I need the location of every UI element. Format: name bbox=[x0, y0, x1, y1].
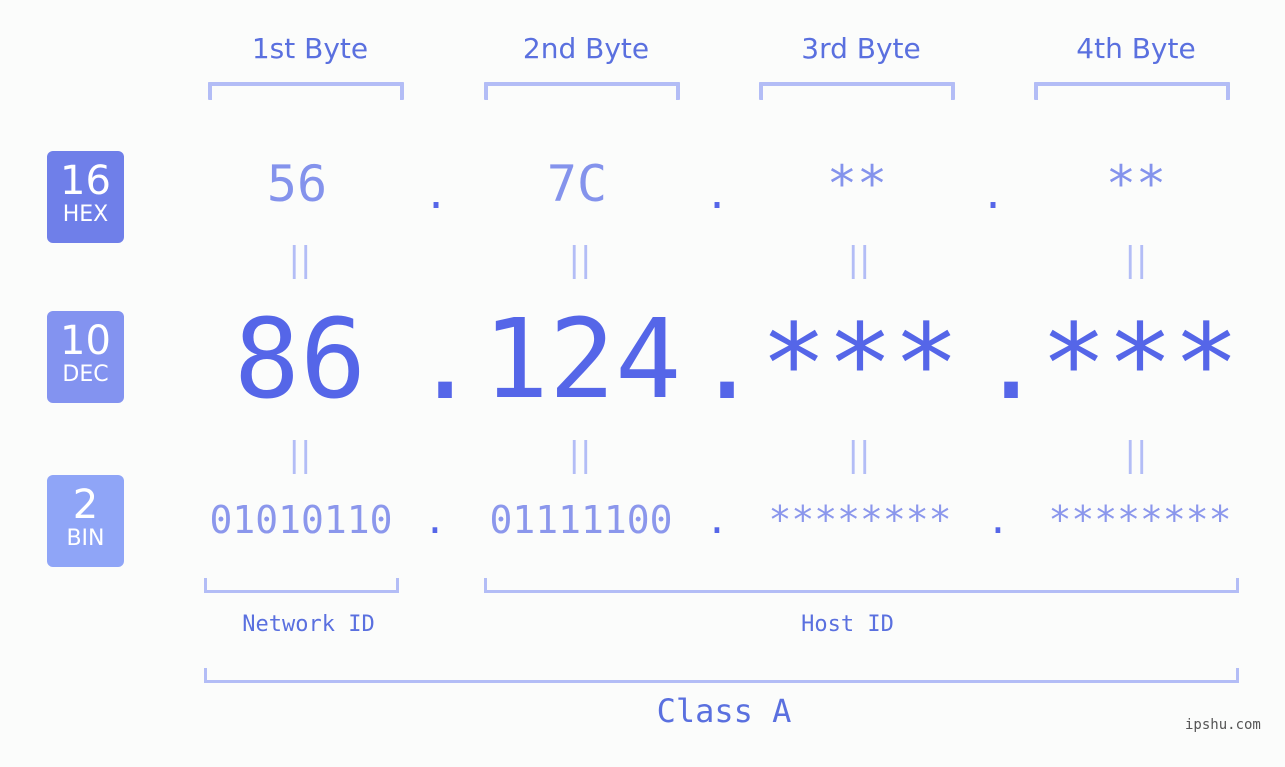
class-label: Class A bbox=[656, 692, 792, 730]
bracket-byte-2 bbox=[484, 82, 680, 100]
badge-bin-number: 2 bbox=[72, 482, 99, 528]
hex-dot-3: . bbox=[980, 172, 1006, 218]
class-bracket bbox=[204, 668, 1239, 683]
host-id-label: Host ID bbox=[801, 612, 894, 637]
badge-hex-number: 16 bbox=[60, 158, 111, 204]
badge-dec: 10 DEC bbox=[47, 311, 124, 403]
bin-byte-2: 01111100 bbox=[489, 498, 673, 542]
badge-dec-label: DEC bbox=[62, 362, 109, 387]
hex-dot-2: . bbox=[704, 172, 730, 218]
hex-byte-2: 7C bbox=[546, 155, 608, 213]
equals-2-3: || bbox=[847, 435, 871, 475]
hex-byte-4: ** bbox=[1105, 155, 1167, 213]
bracket-byte-3 bbox=[759, 82, 955, 100]
bin-byte-3: ******** bbox=[768, 498, 952, 542]
header-byte-1: 1st Byte bbox=[251, 32, 369, 65]
dec-byte-3: *** bbox=[760, 300, 960, 428]
watermark: ipshu.com bbox=[1185, 717, 1261, 733]
dec-dot-2: . bbox=[694, 296, 761, 424]
bracket-byte-1 bbox=[208, 82, 404, 100]
bracket-byte-4 bbox=[1034, 82, 1230, 100]
equals-1-1: || bbox=[288, 240, 312, 280]
dec-byte-1: 86 bbox=[233, 295, 367, 423]
dec-byte-2: 124 bbox=[482, 295, 682, 423]
header-byte-2: 2nd Byte bbox=[522, 32, 650, 65]
dec-dot-1: . bbox=[412, 296, 479, 424]
header-byte-3: 3rd Byte bbox=[801, 32, 921, 65]
bin-byte-1: 01010110 bbox=[209, 498, 393, 542]
bin-byte-4: ******** bbox=[1048, 498, 1232, 542]
bin-dot-2: . bbox=[705, 498, 729, 542]
badge-bin-label: BIN bbox=[66, 526, 105, 551]
equals-2-1: || bbox=[288, 435, 312, 475]
badge-hex: 16 HEX bbox=[47, 151, 124, 243]
dec-dot-3: . bbox=[978, 296, 1045, 424]
hex-byte-3: ** bbox=[826, 155, 888, 213]
equals-1-4: || bbox=[1124, 240, 1148, 280]
equals-1-2: || bbox=[568, 240, 592, 280]
badge-dec-number: 10 bbox=[60, 318, 111, 364]
bin-dot-1: . bbox=[423, 498, 447, 542]
equals-2-2: || bbox=[568, 435, 592, 475]
network-id-label: Network ID bbox=[242, 612, 375, 637]
bin-dot-3: . bbox=[986, 498, 1010, 542]
host-id-bracket bbox=[484, 578, 1239, 593]
equals-1-3: || bbox=[847, 240, 871, 280]
hex-dot-1: . bbox=[423, 172, 449, 218]
header-byte-4: 4th Byte bbox=[1076, 32, 1196, 65]
badge-bin: 2 BIN bbox=[47, 475, 124, 567]
equals-2-4: || bbox=[1124, 435, 1148, 475]
badge-hex-label: HEX bbox=[62, 202, 109, 227]
dec-byte-4: *** bbox=[1040, 300, 1240, 428]
network-id-bracket bbox=[204, 578, 399, 593]
hex-byte-1: 56 bbox=[266, 155, 328, 213]
